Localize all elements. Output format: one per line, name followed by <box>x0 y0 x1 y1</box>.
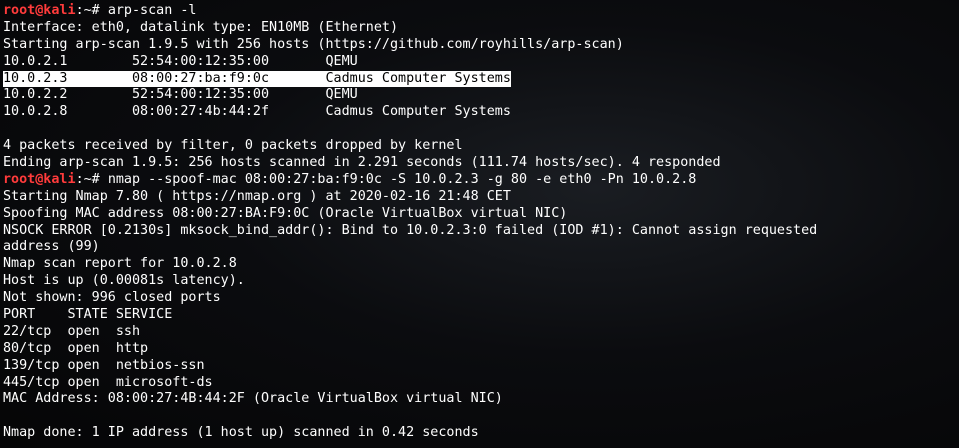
output-line: Ending arp-scan 1.9.5: 256 hosts scanned… <box>3 155 721 171</box>
arp-ip: 10.0.2.8 <box>3 104 132 120</box>
output-line: Starting Nmap 7.80 ( https://nmap.org ) … <box>3 188 511 204</box>
arp-vendor: QEMU <box>325 53 358 69</box>
arp-mac: 52:54:00:12:35:00 <box>132 53 326 69</box>
port-row: 139/tcp open netbios-ssn <box>3 357 205 373</box>
output-line: Interface: eth0, datalink type: EN10MB (… <box>3 19 399 35</box>
output-line: Not shown: 996 closed ports <box>3 290 221 306</box>
output-line: 4 packets received by filter, 0 packets … <box>3 138 463 154</box>
output-line: Spoofing MAC address 08:00:27:BA:F9:0C (… <box>3 205 568 221</box>
arp-mac: 52:54:00:12:35:00 <box>132 87 326 103</box>
arp-ip: 10.0.2.1 <box>3 53 132 69</box>
arp-mac: 08:00:27:4b:44:2f <box>132 104 326 120</box>
output-line: address (99) <box>3 239 100 255</box>
selection-highlight[interactable]: 10.0.2.3 08:00:27:ba:f9:0c Cadmus Comput… <box>3 70 511 88</box>
port-row: 80/tcp open http <box>3 340 149 356</box>
arp-row[interactable]: 10.0.2.1 52:54:00:12:35:00 QEMU <box>3 54 959 71</box>
arp-row[interactable]: 10.0.2.8 08:00:27:4b:44:2f Cadmus Comput… <box>3 104 959 121</box>
output-line: NSOCK ERROR [0.2130s] mksock_bind_addr()… <box>3 222 818 238</box>
prompt-line-arpscan: root@kali:~# arp-scan -l <box>3 3 959 20</box>
nmap-done-line: Nmap done: 1 IP address (1 host up) scan… <box>3 425 479 441</box>
arp-ip: 10.0.2.2 <box>3 87 132 103</box>
mac-address-line: MAC Address: 08:00:27:4B:44:2F (Oracle V… <box>3 391 503 407</box>
arp-vendor: Cadmus Computer Systems <box>325 104 511 120</box>
command-nmap: nmap --spoof-mac 08:00:27:ba:f9:0c -S 10… <box>107 171 697 187</box>
prompt-suffix: :~# <box>75 3 108 18</box>
output-line: Nmap scan report for 10.0.2.8 <box>3 256 237 272</box>
output-line: Starting arp-scan 1.9.5 with 256 hosts (… <box>3 36 624 52</box>
port-row: 22/tcp open ssh <box>3 323 141 339</box>
terminal-window[interactable]: root@kali:~# arp-scan -l Interface: eth0… <box>0 0 959 448</box>
arp-row-selected[interactable]: 10.0.2.3 08:00:27:ba:f9:0c Cadmus Comput… <box>3 70 959 88</box>
arp-mac: 08:00:27:ba:f9:0c <box>132 70 326 86</box>
prompt-user: root@kali <box>3 171 76 187</box>
command-arpscan: arp-scan -l <box>107 3 197 18</box>
output-line: Host is up (0.00081s latency). <box>3 273 245 289</box>
prompt-user: root@kali <box>3 3 76 18</box>
arp-row[interactable]: 10.0.2.2 52:54:00:12:35:00 QEMU <box>3 87 959 104</box>
prompt-line-nmap: root@kali:~# nmap --spoof-mac 08:00:27:b… <box>3 172 959 189</box>
port-row: 445/tcp open microsoft-ds <box>3 374 213 390</box>
arp-vendor: QEMU <box>325 87 358 103</box>
prompt-suffix: :~# <box>75 171 108 187</box>
arp-ip: 10.0.2.3 <box>3 70 132 86</box>
port-table-header: PORT STATE SERVICE <box>3 307 173 323</box>
arp-vendor: Cadmus Computer Systems <box>325 70 511 86</box>
